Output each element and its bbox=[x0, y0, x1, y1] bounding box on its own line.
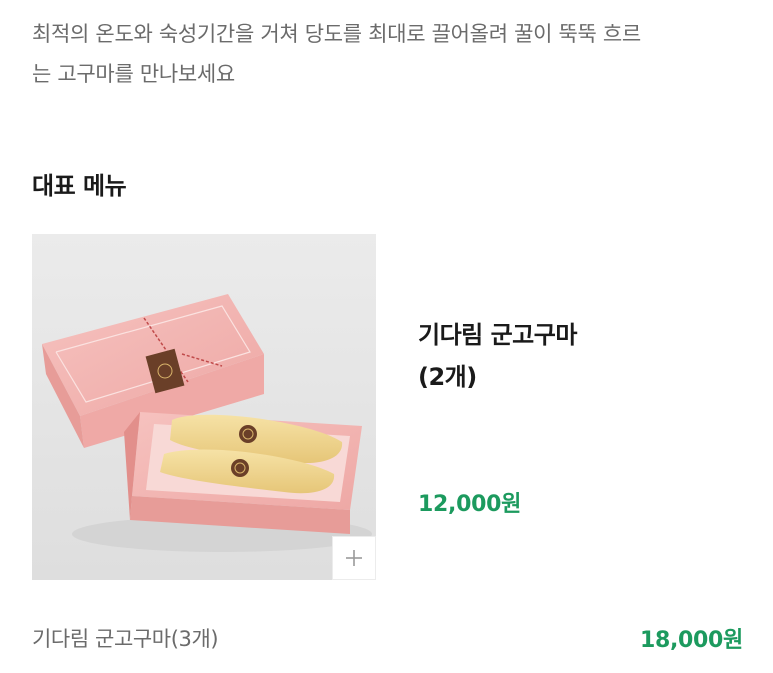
add-to-cart-button[interactable] bbox=[332, 536, 376, 580]
plus-icon bbox=[346, 550, 362, 566]
menu-list-item-price: 18,000원 bbox=[639, 628, 743, 653]
menu-name: 기다림 군고구마 (2개) bbox=[418, 314, 738, 398]
menu-list-item-name: 기다림 군고구마(3개) bbox=[32, 627, 219, 651]
menu-photo[interactable] bbox=[32, 234, 376, 580]
intro-line-2: 는 고구마를 만나보세요 bbox=[32, 62, 235, 86]
intro-line-1: 최적의 온도와 숙성기간을 거쳐 당도를 최대로 끌어올려 꿀이 뚝뚝 흐르 bbox=[32, 22, 641, 46]
section-title: 대표 메뉴 bbox=[32, 172, 127, 200]
sweet-potato-box-illustration bbox=[32, 234, 376, 580]
store-intro-text: 최적의 온도와 숙성기간을 거쳐 당도를 최대로 끌어올려 꿀이 뚝뚝 흐르 는… bbox=[32, 14, 742, 94]
menu-name-line-2: (2개) bbox=[418, 363, 477, 391]
menu-name-line-1: 기다림 군고구마 bbox=[418, 321, 577, 349]
menu-info: 기다림 군고구마 (2개) 12,000원 bbox=[418, 314, 738, 518]
menu-price: 12,000원 bbox=[418, 492, 522, 517]
menu-list-item[interactable]: 기다림 군고구마(3개) 18,000원 bbox=[32, 618, 743, 658]
featured-menu-card[interactable]: 기다림 군고구마 (2개) 12,000원 bbox=[32, 234, 752, 580]
